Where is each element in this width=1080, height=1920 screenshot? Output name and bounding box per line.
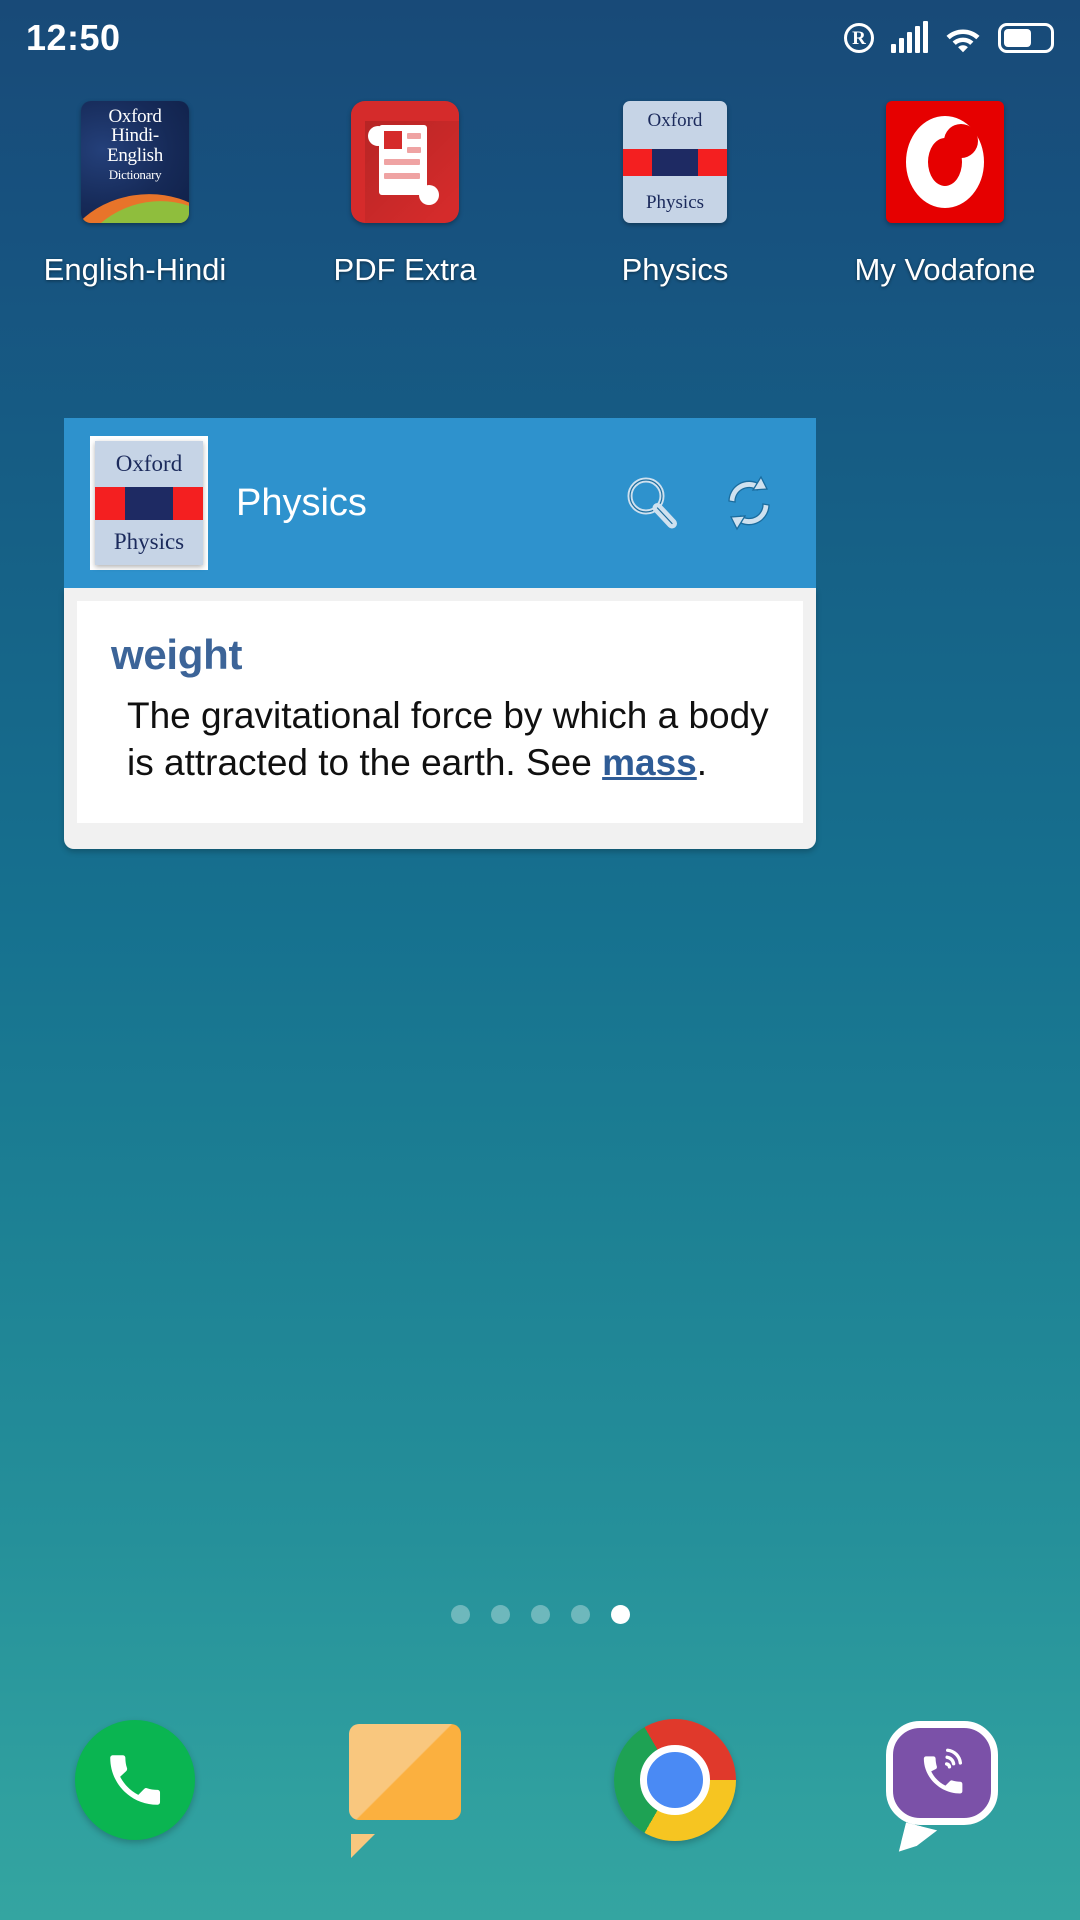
- icon-band: [623, 148, 727, 176]
- widget-app-icon: Oxford Physics: [90, 436, 208, 570]
- icon-text-oxford: Oxford: [647, 110, 703, 131]
- icon-band: [95, 486, 203, 520]
- status-bar: 12:50 R: [0, 0, 1080, 76]
- phone-icon: [75, 1720, 195, 1840]
- search-icon[interactable]: [618, 470, 684, 536]
- app-grid-row: Oxford Hindi- English Dictionary English…: [0, 98, 1080, 288]
- widget-title: Physics: [236, 481, 367, 524]
- app-icon-wrap[interactable]: [341, 98, 469, 226]
- pdf-extra-icon: [351, 101, 459, 223]
- app-icon-wrap[interactable]: Oxford Physics: [611, 98, 739, 226]
- viber-icon: [886, 1721, 1004, 1860]
- icon-text-oxford: Oxford: [115, 451, 183, 476]
- app-physics[interactable]: Oxford Physics Physics: [540, 98, 810, 288]
- app-label-pdf-extra: PDF Extra: [333, 252, 477, 287]
- page-indicator: [0, 1605, 1080, 1624]
- dock-item-messages[interactable]: [270, 1690, 540, 1870]
- oxford-hindi-english-dictionary-icon: Oxford Hindi- English Dictionary: [81, 101, 189, 223]
- page-dot-5[interactable]: [610, 1605, 630, 1624]
- wifi-icon: [945, 23, 981, 53]
- chrome-icon: [614, 1719, 736, 1841]
- page-dot-4[interactable]: [570, 1605, 590, 1624]
- app-label-physics: Physics: [621, 252, 729, 287]
- icon-text-line3: English: [107, 144, 163, 166]
- oxford-physics-icon: Oxford Physics: [623, 101, 727, 223]
- cross-reference-link[interactable]: mass: [602, 742, 697, 783]
- app-label-english-hindi: English-Hindi: [43, 252, 227, 287]
- app-pdf-extra[interactable]: PDF Extra: [270, 98, 540, 288]
- definition-text-after: .: [696, 741, 708, 783]
- dock: [0, 1690, 1080, 1870]
- icon-text-line2: Hindi-: [111, 125, 159, 147]
- dictionary-entry-card[interactable]: weight The gravitational force by which …: [77, 601, 803, 823]
- widget-header: Oxford Physics Physics: [64, 418, 816, 588]
- app-label-my-vodafone: My Vodafone: [854, 252, 1036, 287]
- icon-text-physics: Physics: [645, 192, 705, 213]
- vodafone-icon: [886, 101, 1004, 223]
- message-bubble-icon: [349, 1724, 461, 1858]
- page-dot-1[interactable]: [450, 1605, 470, 1624]
- entry-headword: weight: [111, 631, 243, 678]
- roaming-icon: R: [844, 23, 874, 53]
- icon-text-line1: Oxford: [108, 106, 162, 127]
- widget-actions: [618, 470, 782, 536]
- app-english-hindi[interactable]: Oxford Hindi- English Dictionary English…: [0, 98, 270, 288]
- page-dot-2[interactable]: [490, 1605, 510, 1624]
- oxford-physics-icon: Oxford Physics: [95, 441, 203, 565]
- status-bar-clock: 12:50: [26, 17, 121, 58]
- refresh-icon[interactable]: [716, 470, 782, 536]
- dock-item-chrome[interactable]: [540, 1690, 810, 1870]
- dock-item-phone[interactable]: [0, 1690, 270, 1870]
- widget-body: weight The gravitational force by which …: [64, 588, 816, 849]
- dock-item-viber[interactable]: [810, 1690, 1080, 1870]
- signal-icon: [891, 21, 928, 53]
- icon-text-physics: Physics: [113, 529, 185, 554]
- status-bar-icons: R: [844, 21, 1054, 53]
- app-icon-wrap[interactable]: [881, 98, 1009, 226]
- entry-definition: The gravitational force by which a body …: [111, 693, 769, 786]
- physics-dictionary-widget[interactable]: Oxford Physics Physics weight The gravit…: [64, 418, 816, 849]
- battery-icon: [998, 23, 1054, 53]
- app-icon-wrap[interactable]: Oxford Hindi- English Dictionary: [71, 98, 199, 226]
- page-dot-3[interactable]: [530, 1605, 550, 1624]
- app-my-vodafone[interactable]: My Vodafone: [810, 98, 1080, 288]
- icon-text-line4: Dictionary: [108, 167, 162, 183]
